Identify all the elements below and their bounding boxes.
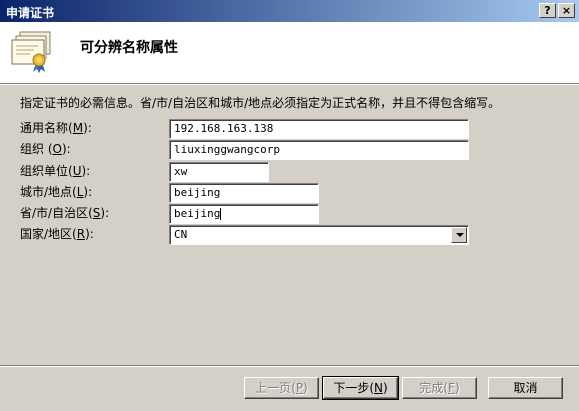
footer-divider-highlight	[0, 366, 579, 367]
page-title: 可分辨名称属性	[80, 40, 178, 56]
organization-input[interactable]: liuxinggwangcorp	[169, 140, 469, 160]
country-select-value: CN	[174, 228, 188, 241]
country-select[interactable]: CN	[169, 225, 469, 245]
text-caret	[220, 208, 222, 220]
window-title: 申请证书	[6, 6, 55, 20]
organizational-unit-input[interactable]: xw	[169, 162, 269, 182]
next-button[interactable]: 下一步(N)	[322, 376, 399, 400]
cancel-button[interactable]: 取消	[488, 377, 563, 399]
chevron-down-icon[interactable]	[451, 227, 467, 243]
organization-label: 组织 (O):	[20, 142, 71, 156]
title-bar[interactable]: 申请证书 ? ×	[0, 0, 579, 22]
city-input[interactable]: beijing	[169, 183, 319, 203]
common-name-input[interactable]: 192.168.163.138	[169, 119, 469, 139]
common-name-label: 通用名称(M):	[20, 121, 92, 135]
finish-button[interactable]: 完成(F)	[402, 377, 477, 399]
state-label: 省/市/自治区(S):	[20, 206, 110, 220]
help-button[interactable]: ?	[539, 3, 556, 18]
state-input[interactable]: beijing	[169, 204, 319, 224]
wizard-header: 可分辨名称属性	[0, 22, 579, 84]
organizational-unit-label: 组织单位(U):	[20, 164, 91, 178]
back-button[interactable]: 上一页(P)	[244, 377, 319, 399]
state-input-value: beijing	[174, 207, 221, 220]
country-label: 国家/地区(R):	[20, 227, 94, 241]
city-label: 城市/地点(L):	[20, 185, 93, 199]
certificate-icon	[11, 31, 51, 73]
instruction-text: 指定证书的必需信息。省/市/自治区和城市/地点必须指定为正式名称，并且不得包含缩…	[20, 96, 501, 110]
header-divider	[0, 84, 579, 85]
close-button[interactable]: ×	[558, 3, 575, 18]
